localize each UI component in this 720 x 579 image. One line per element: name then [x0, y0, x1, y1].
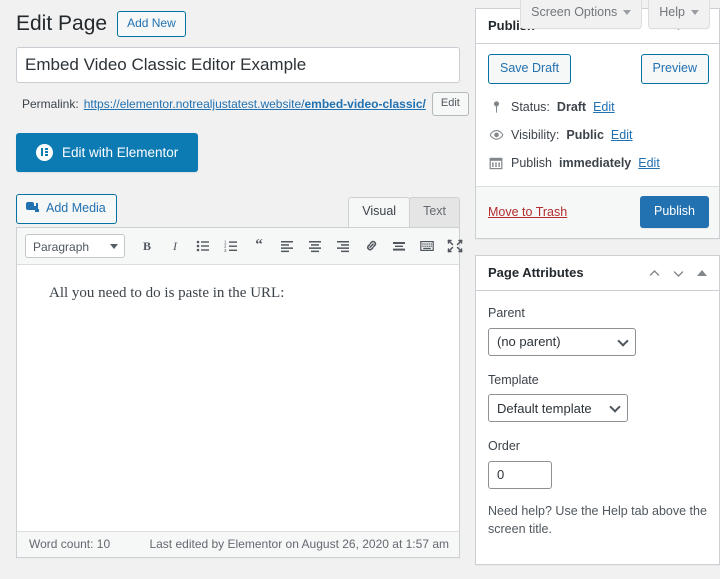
status-value: Draft: [556, 100, 587, 115]
move-up-icon[interactable]: [647, 266, 661, 280]
tab-visual[interactable]: Visual: [348, 197, 411, 227]
edit-permalink-button[interactable]: Edit: [431, 92, 469, 116]
permalink-slug: embed-video-classic/: [304, 97, 426, 112]
fullscreen-icon[interactable]: [441, 233, 469, 259]
numbered-list-icon[interactable]: 1 2 3: [217, 233, 245, 259]
edit-visibility-link[interactable]: Edit: [611, 126, 633, 145]
sidebar-column: Publish Save Draft Preview Status: Draft…: [475, 8, 720, 579]
insert-read-more-icon[interactable]: [385, 233, 413, 259]
screen-options-label: Screen Options: [531, 5, 618, 19]
publish-top-actions: Save Draft Preview: [476, 44, 719, 94]
edit-status-link[interactable]: Edit: [593, 98, 615, 117]
edit-with-elementor-label: Edit with Elementor: [62, 144, 179, 160]
chevron-down-icon: [623, 10, 632, 16]
screen-meta-links: Screen Options Help: [520, 0, 710, 29]
page-attributes-title: Page Attributes: [488, 264, 584, 280]
paragraph-format-select[interactable]: Paragraph: [25, 233, 125, 258]
editor-content-area[interactable]: All you need to do is paste in the URL:: [17, 264, 459, 531]
order-input[interactable]: [488, 460, 552, 489]
toggle-panel-icon[interactable]: [695, 266, 709, 280]
add-media-label: Add Media: [46, 200, 106, 215]
toolbar-toggle-icon[interactable]: [413, 233, 441, 259]
page-attributes-panel: Page Attributes Parent (no parent) Templ…: [475, 255, 720, 565]
parent-label: Parent: [488, 306, 525, 321]
editor-columns: Permalink: https://elementor.notrealjust…: [16, 8, 720, 579]
media-and-tabs-bar: Add Media Visual Text: [16, 193, 460, 227]
bulleted-list-icon[interactable]: [189, 233, 217, 259]
page-attributes-help-text: Need help? Use the Help tab above the sc…: [488, 503, 707, 537]
svg-text:3: 3: [224, 247, 227, 252]
elementor-logo-icon: [36, 143, 53, 161]
post-title-input[interactable]: [16, 47, 460, 84]
visibility-value: Public: [566, 127, 604, 142]
italic-icon[interactable]: I: [161, 233, 189, 259]
visibility-label: Visibility:: [511, 127, 560, 142]
last-edited-info: Last edited by Elementor on August 26, 2…: [149, 537, 449, 552]
svg-text:B: B: [143, 239, 151, 253]
admin-wrap: Edit Page Add New Permalink: https://ele…: [0, 6, 720, 579]
align-right-icon[interactable]: [329, 233, 357, 259]
publish-date-row: Publish immediately Edit: [488, 150, 707, 178]
svg-text:“: “: [255, 239, 263, 253]
parent-select[interactable]: (no parent): [488, 327, 636, 356]
link-icon[interactable]: [357, 233, 385, 259]
media-icon: [26, 201, 40, 215]
help-label: Help: [659, 5, 685, 19]
publish-button[interactable]: Publish: [640, 196, 709, 229]
add-new-button[interactable]: Add New: [117, 10, 186, 37]
blockquote-icon[interactable]: “: [245, 233, 273, 259]
format-select-wrapper: Paragraph: [21, 233, 133, 258]
move-to-trash-link[interactable]: Move to Trash: [488, 205, 567, 219]
parent-select-wrapper: (no parent): [488, 327, 636, 356]
panel-controls: [647, 266, 709, 280]
chevron-down-icon: [691, 10, 699, 16]
move-down-icon[interactable]: [671, 266, 685, 280]
editor-status-bar: Word count: 10 Last edited by Elementor …: [17, 530, 459, 557]
preview-button[interactable]: Preview: [640, 54, 709, 85]
editor-mode-tabs: Visual Text: [348, 197, 460, 227]
visibility-row: Visibility: Public Edit: [488, 122, 707, 150]
save-draft-button[interactable]: Save Draft: [488, 54, 572, 85]
tab-text[interactable]: Text: [409, 197, 460, 227]
publish-date-value: immediately: [559, 155, 632, 170]
order-label: Order: [488, 439, 520, 454]
publish-misc-actions: Status: Draft Edit Visibility: Public Ed…: [476, 94, 719, 177]
editor-paragraph: All you need to do is paste in the URL:: [49, 284, 285, 301]
publish-bottom-actions: Move to Trash Publish: [476, 186, 719, 239]
help-tab[interactable]: Help: [648, 0, 710, 29]
pin-icon: [488, 100, 504, 114]
screen-options-tab[interactable]: Screen Options: [520, 0, 643, 29]
status-row: Status: Draft Edit: [488, 94, 707, 122]
calendar-icon: [488, 156, 504, 170]
main-column: Permalink: https://elementor.notrealjust…: [16, 47, 469, 558]
status-label: Status:: [511, 100, 550, 115]
word-count: Word count: 10: [29, 537, 111, 552]
publish-date-label: Publish: [511, 155, 552, 170]
page-attributes-body: Parent (no parent) Template Default temp…: [476, 291, 719, 564]
edit-publish-date-link[interactable]: Edit: [638, 154, 660, 173]
bold-icon[interactable]: B: [133, 233, 161, 259]
publish-panel: Publish Save Draft Preview Status: Draft…: [475, 8, 720, 240]
svg-text:I: I: [172, 239, 178, 253]
template-select-wrapper: Default template: [488, 394, 628, 423]
add-media-button[interactable]: Add Media: [16, 193, 117, 224]
permalink-label: Permalink:: [22, 97, 79, 112]
template-label: Template: [488, 372, 539, 387]
permalink-url[interactable]: https://elementor.notrealjustatest.websi…: [84, 97, 426, 111]
editor-container: Paragraph B I 1 2 3 “ All you need to do…: [16, 226, 463, 558]
permalink-base: https://elementor.notrealjustatest.websi…: [83, 97, 305, 112]
edit-with-elementor-button[interactable]: Edit with Elementor: [16, 132, 199, 172]
eye-icon: [488, 129, 504, 141]
editor-toolbar: Paragraph B I 1 2 3 “: [17, 227, 463, 265]
align-left-icon[interactable]: [273, 233, 301, 259]
page-title: Edit Page: [16, 12, 108, 35]
page-attributes-header: Page Attributes: [476, 256, 719, 292]
align-center-icon[interactable]: [301, 233, 329, 259]
permalink-row: Permalink: https://elementor.notrealjust…: [16, 92, 469, 116]
template-select[interactable]: Default template: [488, 394, 628, 423]
